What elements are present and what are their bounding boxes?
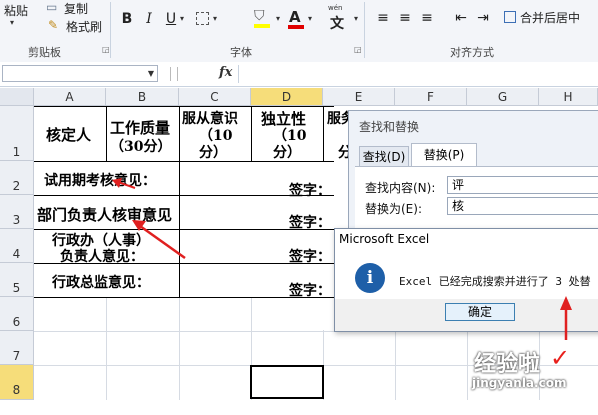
annotation-arrows: [112, 178, 572, 340]
arrow-to-row2: [112, 178, 136, 189]
watermark: 经验啦 ✓ jingyanla.com: [470, 344, 598, 400]
arrow-to-row3: [132, 220, 186, 260]
arrow-to-message: [560, 296, 572, 340]
check-mark-icon: ✓: [550, 344, 571, 372]
watermark-url: jingyanla.com: [472, 376, 567, 390]
watermark-brand: 经验啦: [474, 352, 541, 377]
